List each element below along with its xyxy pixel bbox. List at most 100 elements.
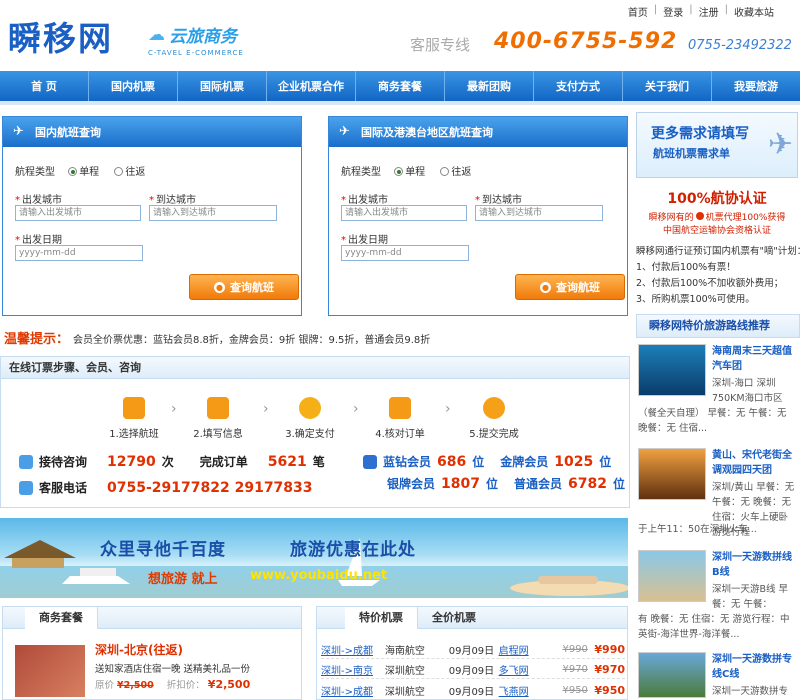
nav-about[interactable]: 关于我们 <box>623 71 712 101</box>
nav-business-package[interactable]: 商务套餐 <box>356 71 445 101</box>
ticket-new-price: ¥970 <box>594 663 626 676</box>
intl-trip-type-label: 航程类型 <box>341 167 381 178</box>
to-city-input[interactable]: 请输入到达城市 <box>149 205 277 221</box>
intl-panel-head: ✈ 国际及港澳台地区航班查询 <box>329 117 627 147</box>
route-item-huangshan[interactable]: 黄山、宋代老街全调观园四天团 深圳/黄山 早餐：无 午餐：无 晚餐：无 住宿：火… <box>636 446 800 550</box>
route-image[interactable] <box>638 652 706 698</box>
route-title[interactable]: 深圳一天游数拼线B线 <box>712 550 796 580</box>
step-4-label: 4.核对订单 <box>375 429 425 440</box>
silver-member-stat: 银牌会员 1807 位 普通会员 6782 位 <box>387 475 625 492</box>
route-item-hainan[interactable]: 海南周末三天超值汽车团 深圳-海口 深圳750KM海口市区 （餐全天自理） 早餐… <box>636 342 800 446</box>
route-image[interactable] <box>638 448 706 500</box>
plane-icon: ✈ <box>13 124 24 139</box>
cert-box: 100%航协认证 瞬移网有的 机票代理100%获得 中国航空运输协会资格认证 <box>636 188 798 238</box>
cert-line3: 中国航空运输协会资格认证 <box>662 226 771 236</box>
ticket-route[interactable]: 深圳->成都 <box>321 683 385 698</box>
tab-special-ticket[interactable]: 特价机票 <box>345 606 418 629</box>
nav-shadow <box>0 101 800 105</box>
nav-international[interactable]: 国际机票 <box>178 71 267 101</box>
step-5: 5.提交完成 <box>457 397 531 440</box>
brand-sub: C-TAVEL E-COMMERCE <box>148 49 244 57</box>
ticket-route[interactable]: 深圳->成都 <box>321 642 385 657</box>
intl-search-label: 查询航班 <box>556 281 600 294</box>
intl-oneway-radio[interactable]: 单程 <box>394 167 425 178</box>
ticket-book[interactable]: 多飞网 <box>499 662 563 677</box>
date-input[interactable]: yyyy-mm-dd <box>15 245 143 261</box>
intl-roundtrip-radio[interactable]: 往返 <box>440 167 471 178</box>
top-link-favorite[interactable]: 收藏本站 <box>734 4 774 19</box>
nav-domestic[interactable]: 国内机票 <box>89 71 178 101</box>
tab-full-ticket[interactable]: 全价机票 <box>418 607 490 629</box>
route-image[interactable] <box>638 550 706 602</box>
ticket-route[interactable]: 深圳->南京 <box>321 662 385 677</box>
travel-banner[interactable]: 众里寻他千百度 旅游优惠在此处 想旅游 就上 www.youbaidu.net <box>0 518 628 598</box>
step-1-label: 1.选择航班 <box>109 429 159 440</box>
seal-icon <box>695 212 704 220</box>
guarantee-item: 2、付款后100%不加收额外费用； <box>636 278 784 289</box>
ticket-row[interactable]: 深圳->成都 深圳航空 09月09日 飞燕网 ¥950 ¥950 <box>321 681 625 699</box>
disc-price: ¥2,500 <box>207 678 251 691</box>
oneway-radio[interactable]: 单程 <box>68 167 99 178</box>
phone-label: 客服电话 <box>39 481 88 495</box>
nav-group-buy[interactable]: 最新团购 <box>445 71 534 101</box>
consult-unit: 次 <box>161 455 174 469</box>
route-item-shenzhen-b[interactable]: 深圳一天游数拼线B线 深圳一天游B线 早餐：无 午餐： 有 晚餐：无 住宿：无 … <box>636 548 800 648</box>
top-link-login[interactable]: 登录 <box>663 4 683 19</box>
nav-home[interactable]: 首 页 <box>0 71 89 101</box>
orders-value: 5621 <box>267 453 307 470</box>
blue-member-stat: 蓝钻会员 686 位 金牌会员 1025 位 <box>363 453 611 470</box>
tab-business-package[interactable]: 商务套餐 <box>25 606 98 629</box>
blue-value: 686 <box>437 453 467 470</box>
route-extra: 于上午11：50在深圳火车... <box>638 524 757 535</box>
intl-search-button[interactable]: ● 查询航班 <box>515 274 625 300</box>
roundtrip-radio[interactable]: 往返 <box>114 167 145 178</box>
oneway-label: 单程 <box>79 167 100 178</box>
ticket-book[interactable]: 启程网 <box>499 642 563 657</box>
ticket-book[interactable]: 飞燕网 <box>499 683 563 698</box>
ticket-row[interactable]: 深圳->南京 深圳航空 09月09日 多飞网 ¥970 ¥970 <box>321 661 625 679</box>
route-title[interactable]: 深圳一天游数拼专线C线 <box>712 652 796 682</box>
cert-line2: 机票代理100%获得 <box>705 213 786 223</box>
intl-date-input[interactable]: yyyy-mm-dd <box>341 245 469 261</box>
intl-roundtrip-label: 往返 <box>451 167 472 178</box>
route-image[interactable] <box>638 344 706 396</box>
nav-payment[interactable]: 支付方式 <box>534 71 623 101</box>
route-title[interactable]: 黄山、宋代老街全调观园四天团 <box>712 448 796 478</box>
search-icon: ● <box>540 281 551 293</box>
promo-line2: 航班机票需求单 <box>653 147 730 160</box>
ticket-panel: 特价机票 全价机票 深圳->成都 海南航空 09月09日 启程网 ¥990 ¥9… <box>316 606 628 700</box>
nav-enterprise[interactable]: 企业机票合作 <box>267 71 356 101</box>
search-label: 查询航班 <box>230 281 274 294</box>
silver-label: 银牌会员 <box>387 477 436 491</box>
guarantee-item: 1、付款后100%有票！ <box>636 262 736 273</box>
orig-label: 原价 <box>95 680 115 691</box>
chevron-right-icon: › <box>263 401 269 417</box>
intl-panel-title: 国际及港澳台地区航班查询 <box>361 126 493 139</box>
hotline-number: 400-6755-592 <box>494 29 678 54</box>
site-logo[interactable]: 瞬移网 <box>8 12 113 60</box>
brand-text: 云旅商务 <box>169 27 237 47</box>
orders-unit: 笔 <box>312 455 325 469</box>
guarantee-intro: 瞬移网通行证预订国内机票有"嘀"计划： <box>636 246 800 257</box>
demand-form-promo[interactable]: 更多需求请填写 航班机票需求单 ✈ <box>636 112 798 178</box>
step-2: 2.填写信息 <box>181 397 255 440</box>
domestic-search-button[interactable]: ● 查询航班 <box>189 274 299 300</box>
promo-line1: 更多需求请填写 <box>651 126 749 142</box>
top-link-register[interactable]: 注册 <box>699 4 719 19</box>
intl-from-city-input[interactable]: 请输入出发城市 <box>341 205 467 221</box>
top-link-home[interactable]: 首页 <box>628 4 648 19</box>
to-label: * 到达城市 <box>149 195 196 206</box>
ticket-row[interactable]: 深圳->成都 海南航空 09月09日 启程网 ¥990 ¥990 <box>321 641 625 659</box>
ticket-date: 09月09日 <box>448 646 495 657</box>
guarantee-text: 瞬移网通行证预订国内机票有"嘀"计划： 1、付款后100%有票！ 2、付款后10… <box>636 244 800 308</box>
package-title[interactable]: 深圳-北京(往返) <box>95 641 183 658</box>
from-city-input[interactable]: 请输入出发城市 <box>15 205 141 221</box>
route-item-shenzhen-c[interactable]: 深圳一天游数拼专线C线 深圳一天游数拼专 <box>636 650 800 700</box>
route-title[interactable]: 海南周末三天超值汽车团 <box>712 344 796 374</box>
normal-unit: 位 <box>612 477 625 491</box>
nav-travel[interactable]: 我要旅游 <box>712 71 800 101</box>
package-image[interactable] <box>15 645 85 697</box>
banner-slogan-1: 众里寻他千百度 <box>100 540 226 560</box>
right-column: 更多需求请填写 航班机票需求单 ✈ 100%航协认证 瞬移网有的 机票代理100%… <box>636 112 800 700</box>
intl-to-city-input[interactable]: 请输入到达城市 <box>475 205 603 221</box>
